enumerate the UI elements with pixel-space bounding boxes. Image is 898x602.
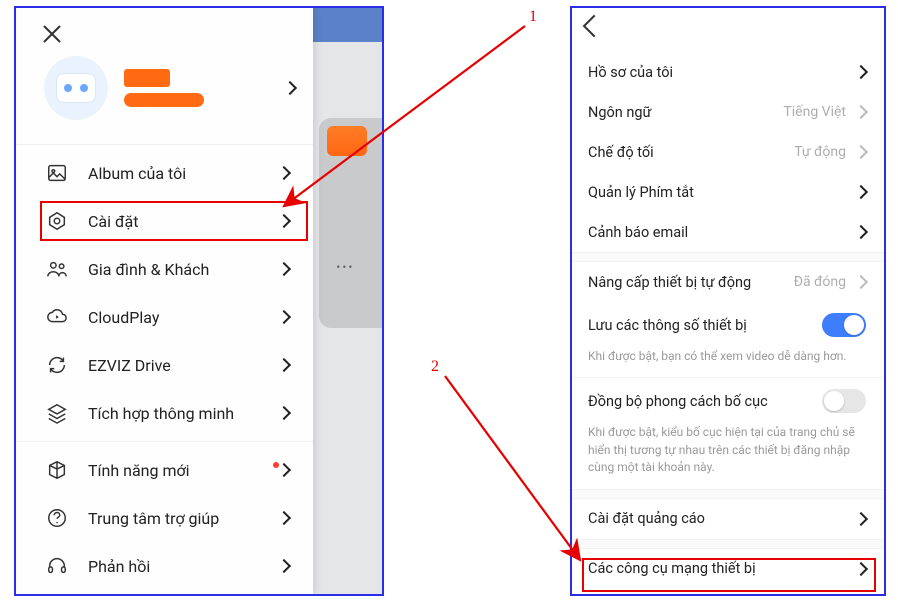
redacted-name-2 — [124, 93, 204, 107]
background-device-card — [319, 118, 382, 328]
row-net-tools[interactable]: Các công cụ mạng thiết bị — [572, 549, 884, 589]
row-label: Nâng cấp thiết bị tự động — [588, 274, 794, 291]
menu-label: Tính năng mới — [88, 461, 269, 480]
left-drawer: Album của tôi Cài đặt Gia đình & Khách C… — [16, 8, 313, 594]
chevron-right-icon — [854, 105, 868, 119]
menu-label: EZVIZ Drive — [88, 356, 279, 375]
chevron-right-icon — [854, 145, 868, 159]
row-sync-layout[interactable]: Đồng bộ phong cách bố cục — [572, 377, 884, 424]
stage: Album của tôi Cài đặt Gia đình & Khách C… — [0, 0, 898, 602]
menu-item-settings[interactable]: Cài đặt — [16, 197, 313, 245]
menu-label: CloudPlay — [88, 308, 279, 327]
users-icon — [44, 256, 70, 282]
separator — [572, 252, 884, 262]
row-shortcuts[interactable]: Quản lý Phím tắt — [572, 172, 884, 212]
row-label: Hồ sơ của tôi — [588, 64, 856, 81]
chevron-right-icon — [854, 511, 868, 525]
row-label: Chế độ tối — [588, 144, 794, 161]
separator — [572, 489, 884, 499]
row-desc: Khi được bật, kiểu bố cục hiện tại của t… — [572, 424, 884, 488]
menu-item-drive[interactable]: EZVIZ Drive — [16, 341, 313, 389]
row-label: Cảnh báo email — [588, 224, 856, 241]
chevron-right-icon — [854, 225, 868, 239]
layers-icon — [44, 400, 70, 426]
row-label: Lưu các thông số thiết bị — [588, 317, 822, 334]
row-label: Các công cụ mạng thiết bị — [588, 560, 856, 577]
menu-item-feedback[interactable]: Phản hồi — [16, 542, 313, 590]
chevron-right-icon — [277, 166, 291, 180]
chevron-right-icon — [277, 511, 291, 525]
annotation-number-1: 1 — [529, 8, 537, 26]
redacted-name-1 — [124, 69, 170, 87]
right-panel: Hồ sơ của tôi Ngôn ngữ Tiếng Việt Chế độ… — [570, 6, 886, 596]
menu-item-new-features[interactable]: Tính năng mới — [16, 446, 313, 494]
row-label: Cài đặt quảng cáo — [588, 510, 856, 527]
menu-item-chat[interactable]: Trò chuyện trực tiếp — [16, 590, 313, 596]
menu-label: Phản hồi — [88, 557, 279, 576]
left-panel: Album của tôi Cài đặt Gia đình & Khách C… — [14, 6, 384, 596]
toggle-sync-layout[interactable] — [822, 389, 866, 413]
row-language[interactable]: Ngôn ngữ Tiếng Việt — [572, 92, 884, 132]
chevron-right-icon — [277, 262, 291, 276]
chevron-right-icon — [277, 214, 291, 228]
chevron-right-icon — [277, 463, 291, 477]
profile-name — [124, 69, 285, 107]
chevron-right-icon — [277, 310, 291, 324]
chevron-right-icon — [277, 559, 291, 573]
dots-icon: ••• — [313, 260, 378, 274]
menu-label: Album của tôi — [88, 164, 279, 183]
menu-item-help[interactable]: Trung tâm trợ giúp — [16, 494, 313, 542]
chevron-right-icon — [854, 561, 868, 575]
chevron-right-icon — [277, 406, 291, 420]
menu-section-1: Album của tôi Cài đặt Gia đình & Khách C… — [16, 144, 313, 441]
chevron-right-icon — [854, 275, 868, 289]
row-auto-upgrade[interactable]: Nâng cấp thiết bị tự động Đã đóng — [572, 262, 884, 302]
annotation-number-2: 2 — [431, 358, 439, 376]
chevron-right-icon — [277, 358, 291, 372]
settings-icon — [44, 208, 70, 234]
avatar — [44, 56, 108, 120]
image-icon — [44, 160, 70, 186]
row-label: Quản lý Phím tắt — [588, 184, 856, 201]
menu-label: Trung tâm trợ giúp — [88, 509, 279, 528]
menu-item-smart[interactable]: Tích hợp thông minh — [16, 389, 313, 437]
chevron-right-icon — [283, 81, 297, 95]
menu-section-2: Tính năng mới Trung tâm trợ giúp Phản hồ… — [16, 441, 313, 596]
row-label: Ngôn ngữ — [588, 104, 783, 121]
headset-icon — [44, 553, 70, 579]
row-value: Đã đóng — [794, 274, 846, 290]
chevron-right-icon — [854, 65, 868, 79]
row-label: Đồng bộ phong cách bố cục — [588, 393, 822, 410]
row-save-params[interactable]: Lưu các thông số thiết bị — [572, 302, 884, 348]
row-value: Tự động — [794, 144, 846, 160]
row-ads[interactable]: Cài đặt quảng cáo — [572, 499, 884, 539]
refresh-icon — [44, 352, 70, 378]
settings-list: Hồ sơ của tôi Ngôn ngữ Tiếng Việt Chế độ… — [572, 8, 884, 596]
help-icon — [44, 505, 70, 531]
row-dark-mode[interactable]: Chế độ tối Tự động — [572, 132, 884, 172]
menu-item-album[interactable]: Album của tôi — [16, 149, 313, 197]
menu-label: Gia đình & Khách — [88, 260, 279, 279]
row-email-alert[interactable]: Cảnh báo email — [572, 212, 884, 252]
menu-label: Tích hợp thông minh — [88, 404, 279, 423]
menu-item-cloudplay[interactable]: CloudPlay — [16, 293, 313, 341]
row-value: Tiếng Việt — [783, 104, 846, 120]
row-profile[interactable]: Hồ sơ của tôi — [572, 52, 884, 92]
robot-icon — [56, 73, 96, 103]
menu-label: Cài đặt — [88, 212, 279, 231]
row-lan[interactable]: Xem trực tiếp LAN — [572, 589, 884, 596]
row-desc: Khi được bật, bạn có thể xem video dễ dà… — [572, 348, 884, 377]
toggle-save-params[interactable] — [822, 313, 866, 337]
cube-icon — [44, 457, 70, 483]
separator — [572, 539, 884, 549]
cloud-icon — [44, 304, 70, 330]
left-background-strip: ••• — [313, 8, 382, 594]
menu-item-family[interactable]: Gia đình & Khách — [16, 245, 313, 293]
chevron-right-icon — [854, 185, 868, 199]
close-icon[interactable] — [40, 22, 64, 46]
